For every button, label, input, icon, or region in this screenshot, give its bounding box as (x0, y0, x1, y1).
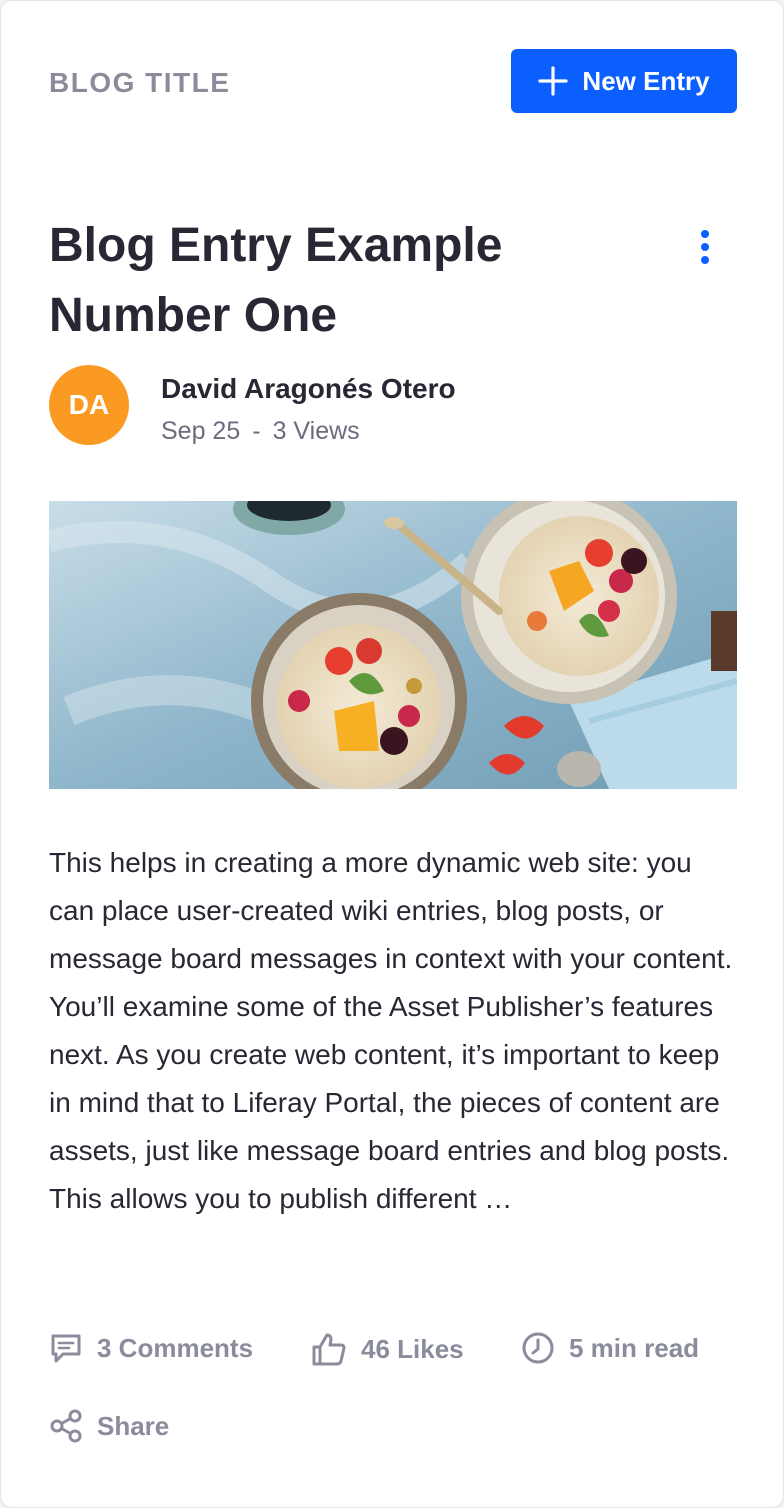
avatar[interactable]: DA (49, 365, 129, 445)
kebab-menu-icon[interactable] (689, 223, 721, 271)
author-name[interactable]: David Aragonés Otero (161, 369, 456, 409)
hero-image (49, 501, 737, 789)
blog-entry-card: BLOG TITLE New Entry Blog Entry Example … (0, 0, 784, 1508)
thumbs-up-icon (312, 1333, 346, 1366)
new-entry-label: New Entry (582, 65, 710, 96)
comments-stat[interactable]: 3 Comments (49, 1331, 253, 1365)
clock-icon (522, 1332, 554, 1364)
plus-icon (538, 66, 569, 96)
new-entry-button[interactable]: New Entry (511, 49, 737, 113)
entry-title[interactable]: Blog Entry Example Number One (49, 211, 649, 351)
entry-meta: Sep 25-3 Views (161, 413, 360, 449)
entry-body-text: This helps in creating a more dynamic we… (49, 847, 733, 1214)
share-icon (50, 1409, 82, 1443)
meta-separator: - (252, 417, 261, 445)
share-label: Share (97, 1410, 170, 1441)
comment-icon (51, 1334, 81, 1363)
blog-title: BLOG TITLE (49, 67, 231, 98)
read-time-stat: 5 min read (521, 1331, 699, 1365)
share-button[interactable]: Share (49, 1409, 169, 1443)
likes-stat[interactable]: 46 Likes (311, 1331, 464, 1367)
comments-count: 3 Comments (97, 1332, 254, 1363)
entry-date: Sep 25 (161, 417, 241, 445)
entry-views: 3 Views (272, 417, 360, 445)
read-time: 5 min read (569, 1332, 700, 1363)
likes-count: 46 Likes (361, 1333, 464, 1364)
